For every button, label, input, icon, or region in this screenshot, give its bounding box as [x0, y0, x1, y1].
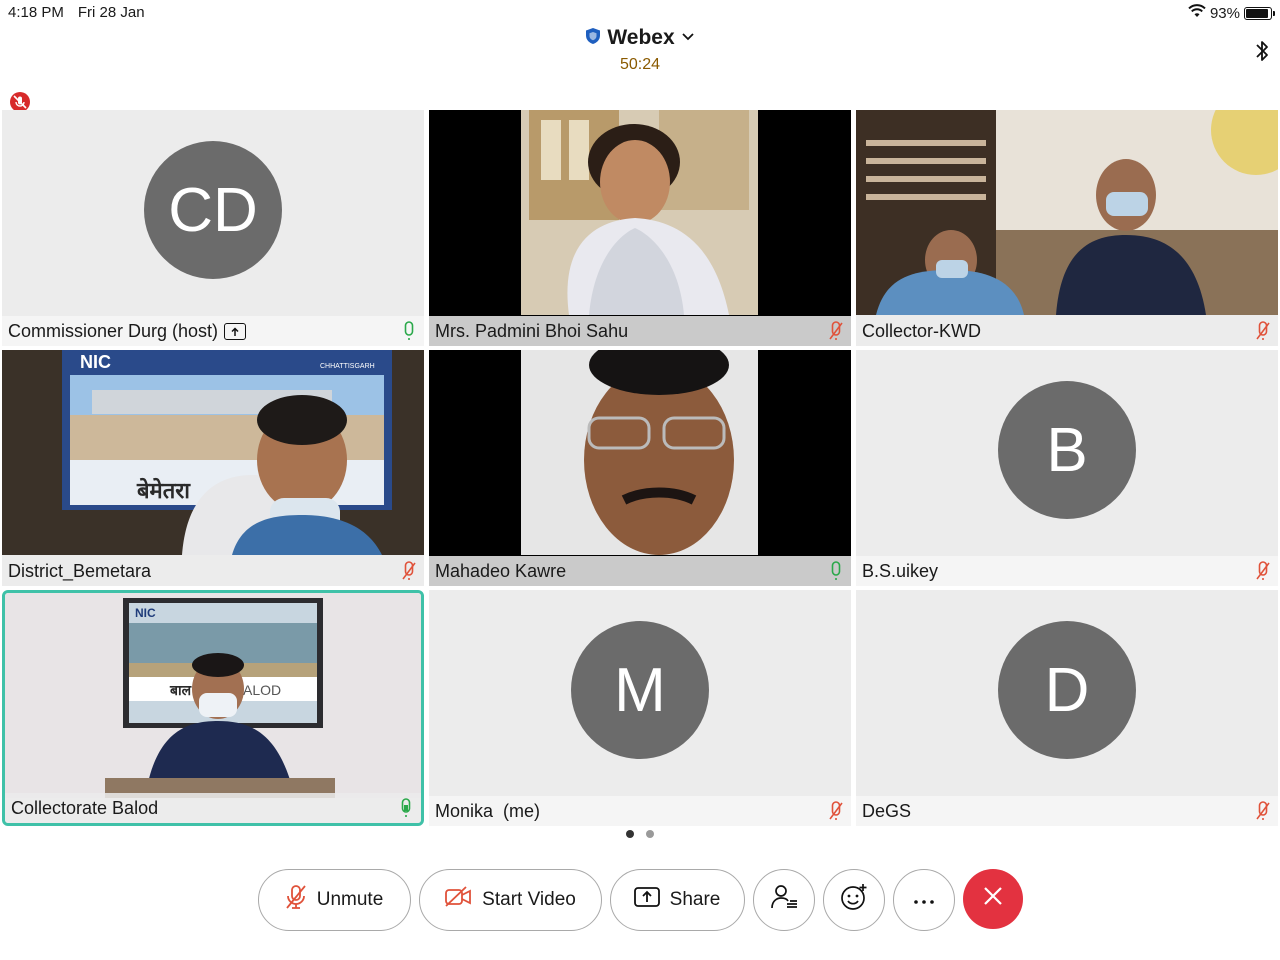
- participants-icon: [770, 883, 798, 917]
- close-icon: [982, 885, 1004, 913]
- participant-name: Collector-KWD: [862, 320, 982, 341]
- recording-icon: [10, 92, 30, 112]
- more-icon: [913, 889, 935, 911]
- mic-icon: [827, 560, 845, 582]
- wifi-icon: [1188, 4, 1206, 22]
- reactions-icon: [840, 883, 868, 917]
- participant-video: NIC बाल ALOD: [5, 593, 421, 798]
- participant-tile[interactable]: Collector-KWD: [856, 110, 1278, 346]
- backdrop-hindi: बाल: [169, 683, 192, 699]
- backdrop-hindi: बेमेतरा: [136, 477, 191, 504]
- battery-icon: [1244, 6, 1275, 20]
- share-label: Share: [669, 889, 721, 910]
- reactions-button[interactable]: [822, 869, 885, 931]
- participant-label: Mrs. Padmini Bhoi Sahu: [429, 316, 851, 346]
- mic-muted-icon: [1254, 560, 1272, 582]
- unmute-button[interactable]: Unmute: [257, 869, 411, 931]
- video-off-icon: [444, 886, 472, 914]
- mic-muted-icon: [400, 560, 418, 582]
- participant-label: District_Bemetara: [2, 556, 424, 586]
- participant-name: Mahadeo Kawre: [435, 560, 567, 581]
- more-options-button[interactable]: [892, 869, 955, 931]
- chevron-down-icon: [681, 29, 695, 47]
- participant-video: [429, 350, 851, 555]
- backdrop-nic: NIC: [80, 352, 111, 372]
- participant-video: [429, 110, 851, 315]
- avatar: CD: [144, 141, 282, 279]
- share-icon: [224, 323, 247, 341]
- mic-muted-icon: [827, 800, 845, 822]
- participant-tile-active-speaker[interactable]: NIC बाल ALOD Collectorate Balod: [2, 590, 424, 826]
- participant-label: Mahadeo Kawre: [429, 556, 851, 586]
- participant-label: DeGS: [856, 796, 1278, 826]
- mic-icon: [400, 320, 418, 342]
- participant-tile[interactable]: Mrs. Padmini Bhoi Sahu: [429, 110, 851, 346]
- avatar: M: [571, 621, 709, 759]
- participant-label: Commissioner Durg (host): [2, 316, 424, 346]
- participant-grid: CD Commissioner Durg (host) Mrs. Padmini…: [2, 110, 1278, 828]
- shield-icon: [585, 27, 601, 50]
- page-indicator[interactable]: [0, 830, 1280, 838]
- backdrop-english: ALOD: [243, 682, 281, 698]
- participant-name-wrap: Commissioner Durg (host): [8, 321, 400, 342]
- status-bar-right: 93%: [1188, 4, 1275, 22]
- unmute-label: Unmute: [316, 889, 384, 910]
- participant-label: Collectorate Balod: [5, 793, 421, 823]
- mic-muted-icon: [827, 320, 845, 342]
- backdrop-nic: NIC: [135, 606, 156, 620]
- start-video-button[interactable]: Start Video: [418, 869, 602, 931]
- participant-name: Mrs. Padmini Bhoi Sahu: [435, 320, 629, 341]
- mic-speaking-icon: [397, 797, 415, 819]
- mic-muted-icon: [1254, 320, 1272, 342]
- start-video-label: Start Video: [482, 889, 576, 910]
- app-title: Webex: [607, 26, 675, 49]
- participant-tile[interactable]: NIC CHHATTISGARH बेमेतरा BE District_Bem…: [2, 350, 424, 586]
- participant-name: Commissioner Durg (host): [8, 320, 219, 341]
- share-icon: [633, 886, 660, 914]
- participant-tile[interactable]: B B.S.uikey: [856, 350, 1278, 586]
- participant-label: Collector-KWD: [856, 316, 1278, 346]
- participant-name: Collectorate Balod: [11, 797, 159, 818]
- battery-percent: 93%: [1209, 4, 1240, 22]
- mic-muted-icon: [1254, 800, 1272, 822]
- participant-video: [856, 110, 1278, 315]
- participant-tile[interactable]: Mahadeo Kawre: [429, 350, 851, 586]
- mic-muted-icon: [285, 884, 307, 916]
- meeting-title-dropdown[interactable]: Webex: [0, 26, 1280, 50]
- page-dot-2[interactable]: [646, 830, 654, 838]
- participant-tile-self[interactable]: M Monika (me): [429, 590, 851, 826]
- share-button[interactable]: Share: [609, 869, 745, 931]
- participant-name: B.S.uikey: [862, 560, 939, 581]
- avatar: D: [998, 621, 1136, 759]
- participant-label: B.S.uikey: [856, 556, 1278, 586]
- participant-name: District_Bemetara: [8, 560, 152, 581]
- avatar: B: [998, 381, 1136, 519]
- meeting-controls: Unmute Start Video Share: [0, 869, 1280, 931]
- participants-button[interactable]: [752, 869, 815, 931]
- webex-meeting-screen: 4:18 PM Fri 28 Jan 93% Webex 50:24 CD Co…: [0, 0, 1280, 960]
- status-date: Fri 28 Jan: [77, 4, 145, 21]
- bluetooth-icon[interactable]: [1254, 38, 1270, 69]
- participant-name: Monika (me): [435, 800, 541, 821]
- backdrop-chhattisgarh: CHHATTISGARH: [320, 363, 375, 370]
- participant-label: Monika (me): [429, 796, 851, 826]
- participant-video: NIC CHHATTISGARH बेमेतरा BE: [2, 350, 424, 555]
- page-dot-1[interactable]: [626, 830, 634, 838]
- status-time: 4:18 PM: [8, 4, 64, 21]
- participant-tile[interactable]: CD Commissioner Durg (host): [2, 110, 424, 346]
- meeting-timer: 50:24: [619, 56, 661, 73]
- leave-meeting-button[interactable]: [962, 869, 1023, 929]
- participant-name: DeGS: [862, 800, 912, 821]
- participant-tile[interactable]: D DeGS: [856, 590, 1278, 826]
- status-bar-left: 4:18 PM Fri 28 Jan: [8, 4, 145, 21]
